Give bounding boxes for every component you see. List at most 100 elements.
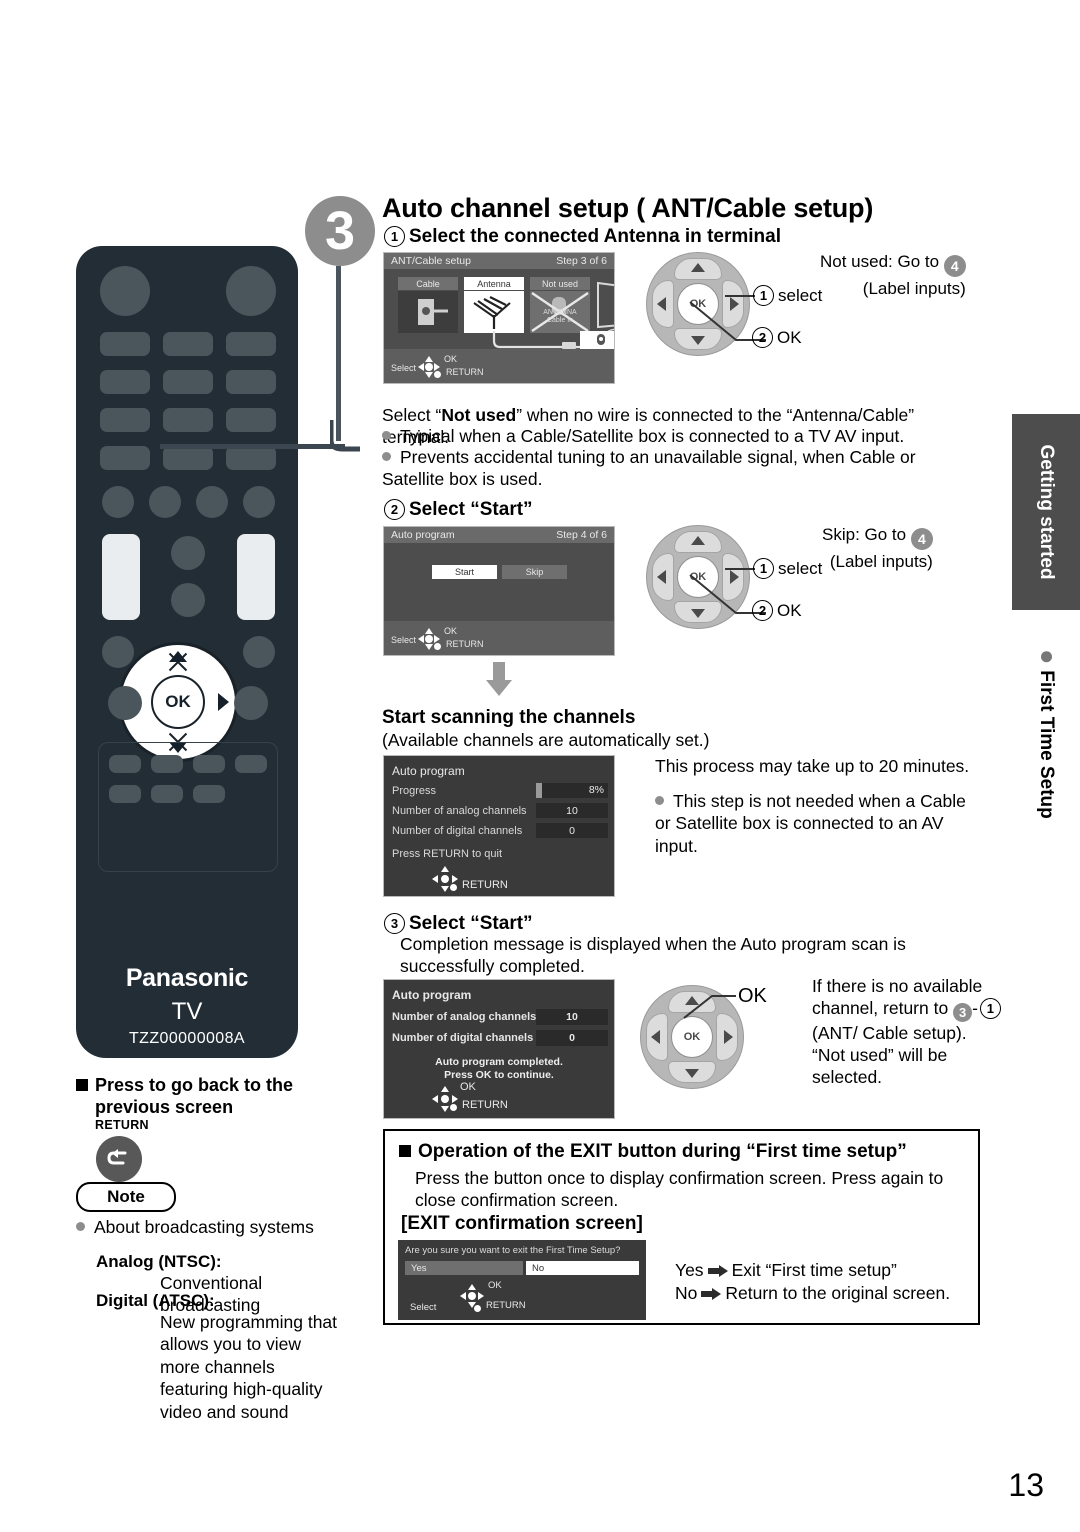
arrow-up-icon [691, 263, 705, 272]
osd-step-label: Step 3 of 6 [556, 255, 607, 267]
nav-pad-icon [460, 1284, 484, 1308]
exit-legend-yes: Yes Exit “First time setup” [675, 1260, 897, 1280]
substep-3-body: Completion message is displayed when the… [400, 934, 906, 977]
flow-down-arrow-icon [486, 662, 512, 696]
leader-line [725, 568, 755, 570]
sub3-note-l5: selected. [812, 1067, 883, 1088]
note-label: Note [76, 1182, 176, 1212]
osd-notused-overlay-line1: ANTENNA [543, 309, 577, 316]
remote-model-label: TZZ00000008A [129, 1030, 245, 1047]
arrow-right-icon [701, 1288, 722, 1300]
remote-key [100, 370, 150, 394]
osd-progress-fill [536, 783, 542, 798]
arrow-right-icon [218, 693, 229, 711]
bullet-icon [76, 1222, 85, 1231]
substep-2-heading: 2 Select “Start” [384, 499, 533, 521]
osd-digital-count: 0 [536, 1030, 608, 1046]
remote-key [235, 755, 267, 773]
remote-lower-keypad-group [98, 742, 278, 872]
osd-digital-count: 0 [536, 823, 608, 838]
osd-option-notused-label[interactable]: Not used [530, 277, 590, 290]
remote-sap-button [226, 266, 276, 316]
osd-step-label: Step 4 of 6 [556, 529, 607, 541]
navpad-1-note-ok: 2 OK [752, 327, 802, 349]
bullet-icon [1041, 651, 1052, 663]
section-tab-label: Getting started [1036, 444, 1057, 580]
osd-footer: Select OK RETURN [384, 349, 614, 383]
remote-power-button [100, 266, 150, 316]
remote-key [151, 755, 183, 773]
osd-row-label: Number of digital channels [392, 1032, 534, 1044]
osd-analog-count: 10 [536, 803, 608, 818]
osd-footer-select: Select [410, 1302, 437, 1313]
osd-button-skip[interactable]: Skip [502, 565, 567, 579]
arrow-left-icon [657, 297, 666, 311]
para-bullet-1: Typical when a Cable/Satellite box is co… [382, 425, 982, 447]
osd-row-label: Number of analog channels [392, 1011, 537, 1023]
osd-auto-program-progress: Auto program Progress 8% Number of analo… [383, 755, 615, 897]
substep-1-heading: 1 Select the connected Antenna in termina… [384, 226, 781, 248]
ok-button[interactable]: OK [671, 1016, 713, 1058]
para-lead-bold: Not used [441, 405, 517, 425]
sub3-note-l4: “Not used” will be [812, 1045, 948, 1066]
osd-analog-count: 10 [536, 1009, 608, 1025]
osd-exit-confirmation: Are you sure you want to exit the First … [398, 1240, 646, 1320]
square-bullet-icon [399, 1145, 411, 1157]
osd-option-antenna-label[interactable]: Antenna [464, 277, 524, 290]
return-dot-icon [474, 1305, 481, 1312]
osd-footer-return: RETURN [462, 1099, 508, 1111]
para-lead-a: Select “ [382, 405, 442, 425]
osd-notused-icon: ANTENNA Cable In [530, 291, 590, 333]
osd-option-cable-label[interactable]: Cable [398, 277, 458, 290]
exit-screen-title: [EXIT confirmation screen] [401, 1213, 643, 1234]
remote-key [163, 408, 213, 432]
return-button-icon[interactable] [96, 1136, 142, 1182]
scanning-note-bullet: This step is not needed when a Cable or … [655, 791, 966, 856]
sub3-note-l3: (ANT/ Cable setup). [812, 1023, 967, 1044]
osd-cable-plug-icon [562, 342, 576, 349]
osd-tv-illustration [597, 281, 614, 336]
exit-legend-no: No Return to the original screen. [675, 1283, 951, 1303]
arrow-right-icon [707, 1265, 728, 1277]
remote-control-illustration: OK Panasonic TV TZZ00000008A [76, 246, 298, 1058]
circled-number-1: 1 [384, 226, 405, 247]
osd-ant-cable-setup: ANT/Cable setup Step 3 of 6 Cable Antenn… [383, 252, 615, 384]
bullet-icon [382, 452, 391, 461]
osd-button-start[interactable]: Start [432, 565, 497, 579]
osd-footer-ok: OK [444, 626, 458, 636]
osd-footer-select: Select [391, 635, 417, 645]
scanning-note-main: This process may take up to 20 minutes. [655, 756, 970, 776]
remote-key [163, 370, 213, 394]
remote-round-key [108, 686, 142, 720]
sub1-side-note-line1: Not used: Go to [820, 252, 940, 271]
sub1-side-note-line2: (Label inputs) [862, 279, 966, 298]
circled-number-1: 1 [979, 998, 1001, 1020]
leader-line-ok3 [683, 995, 736, 1019]
return-dot-icon [434, 643, 441, 650]
para-bullet-2: Prevents accidental tuning to an unavail… [382, 447, 916, 490]
osd-progress-track: 8% [536, 783, 608, 798]
osd-footer-return: RETURN [462, 879, 508, 891]
arrow-up-icon [691, 536, 705, 545]
osd-button-no[interactable]: No [526, 1261, 639, 1275]
osd-title: ANT/Cable setup [391, 255, 471, 267]
term-digital-atsc: Digital (ATSC): [96, 1291, 215, 1310]
remote-key [109, 785, 141, 803]
remote-tv-label: TV [171, 998, 203, 1025]
osd-button-yes[interactable]: Yes [405, 1261, 523, 1275]
arrow-left-icon [651, 1030, 660, 1044]
remote-round-key [149, 486, 181, 518]
osd-cable-icon [398, 291, 458, 333]
osd-progress-value: 8% [588, 784, 604, 796]
remote-key [100, 408, 150, 432]
page-title: Auto channel setup ( ANT/Cable setup) [382, 193, 874, 223]
step-vertical-line [336, 266, 341, 441]
callout-elbow [330, 420, 360, 452]
remote-key [226, 332, 276, 356]
remote-round-key [243, 636, 275, 668]
osd-footer: Select OK RETURN [384, 621, 614, 655]
term-analog-ntsc: Analog (NTSC): [96, 1252, 222, 1271]
arrow-left-icon [657, 570, 666, 584]
note-bullet: About broadcasting systems [76, 1216, 376, 1238]
callout-line-horizontal [160, 444, 345, 449]
